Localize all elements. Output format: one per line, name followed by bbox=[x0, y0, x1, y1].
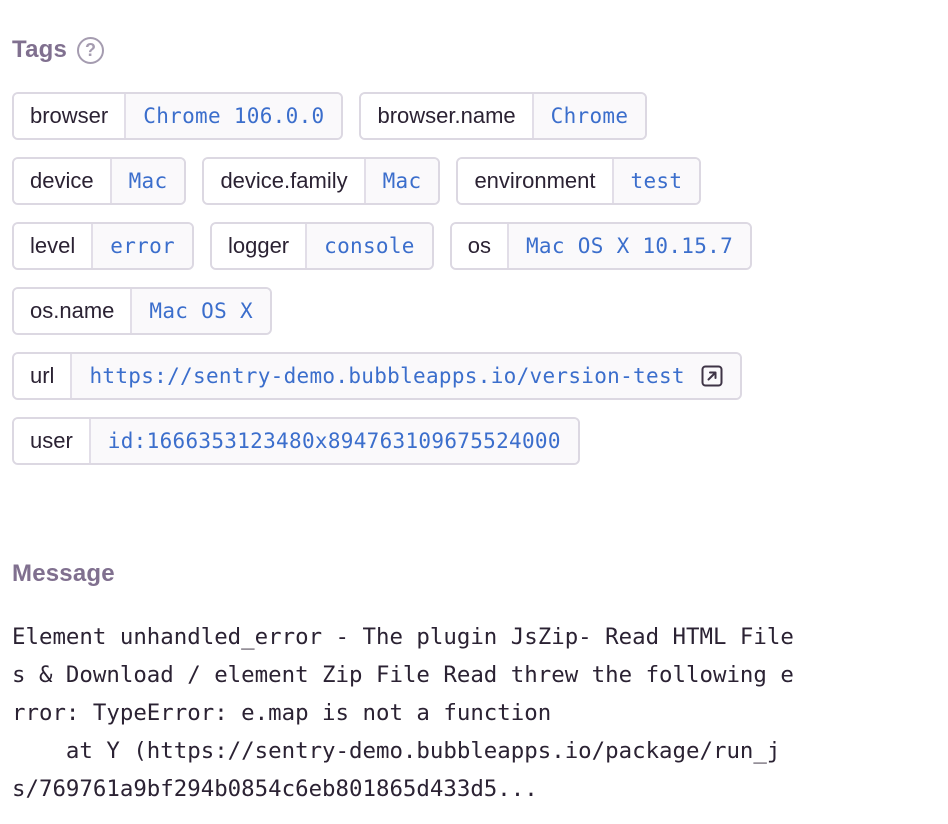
tags-title-label: Tags bbox=[12, 36, 68, 63]
tag-browser[interactable]: browser Chrome 106.0.0 bbox=[12, 92, 344, 140]
external-link-icon[interactable] bbox=[701, 365, 723, 387]
tags-list: browser Chrome 106.0.0 browser.name Chrome d… bbox=[12, 92, 932, 482]
tag-key[interactable]: url bbox=[14, 354, 73, 398]
tag-value[interactable]: Mac bbox=[111, 159, 185, 203]
tag-key[interactable]: os bbox=[451, 224, 509, 268]
message-line: Element unhandled_error - The plugin JsZ… bbox=[12, 624, 794, 650]
tag-os-name[interactable]: os.name Mac OS X bbox=[12, 287, 272, 335]
tag-value[interactable]: Mac bbox=[365, 159, 439, 203]
tag-value[interactable]: test bbox=[613, 159, 700, 203]
tag-os[interactable]: os Mac OS X 10.15.7 bbox=[449, 222, 753, 270]
tag-key[interactable]: browser bbox=[14, 94, 127, 138]
tag-value[interactable]: Mac OS X 10.15.7 bbox=[508, 224, 751, 268]
tag-row: user id:1666353123480x894763109675524000 bbox=[12, 417, 932, 465]
tag-row: browser Chrome 106.0.0 browser.name Chrome bbox=[12, 92, 932, 140]
tag-browser-name[interactable]: browser.name Chrome bbox=[359, 92, 648, 140]
tag-key[interactable]: browser.name bbox=[361, 94, 534, 138]
tag-value-text[interactable]: Mac bbox=[383, 169, 422, 193]
tag-value[interactable]: Chrome bbox=[533, 94, 646, 138]
tag-value-text[interactable]: Chrome 106.0.0 bbox=[143, 104, 324, 128]
tag-key[interactable]: environment bbox=[458, 159, 614, 203]
tag-value-text[interactable]: console bbox=[324, 234, 415, 258]
tag-value[interactable]: id:1666353123480x894763109675524000 bbox=[90, 419, 578, 463]
message-line: s/769761a9bf294b0854c6eb801865d433d5... bbox=[12, 776, 538, 802]
message-title-label: Message bbox=[12, 560, 115, 587]
message-line: s & Download / element Zip File Read thr… bbox=[12, 662, 794, 688]
tag-key[interactable]: device.family bbox=[204, 159, 366, 203]
message-line: rror: TypeError: e.map is not a function bbox=[12, 700, 552, 726]
tag-user[interactable]: user id:1666353123480x894763109675524000 bbox=[12, 417, 580, 465]
tag-value-text[interactable]: Chrome bbox=[551, 104, 629, 128]
tag-value-text[interactable]: id:1666353123480x894763109675524000 bbox=[108, 429, 561, 453]
tag-environment[interactable]: environment test bbox=[456, 157, 702, 205]
tag-logger[interactable]: logger console bbox=[209, 222, 434, 270]
tag-key[interactable]: logger bbox=[211, 224, 308, 268]
tag-key[interactable]: level bbox=[14, 224, 94, 268]
tag-value[interactable]: error bbox=[93, 224, 192, 268]
tag-value[interactable]: Chrome 106.0.0 bbox=[126, 94, 342, 138]
tag-device[interactable]: device Mac bbox=[12, 157, 187, 205]
tag-value[interactable]: console bbox=[307, 224, 432, 268]
tag-value-text[interactable]: error bbox=[110, 234, 175, 258]
help-icon[interactable]: ? bbox=[77, 36, 105, 64]
tag-url[interactable]: url https://sentry-demo.bubbleapps.io/ver… bbox=[12, 352, 742, 400]
tag-key[interactable]: user bbox=[14, 419, 91, 463]
tag-value-text[interactable]: Mac OS X bbox=[149, 299, 253, 323]
tag-value-text[interactable]: https://sentry-demo.bubbleapps.io/versio… bbox=[89, 364, 684, 388]
tag-value-text[interactable]: Mac bbox=[129, 169, 168, 193]
tag-row: device Mac device.family Mac environment test bbox=[12, 157, 932, 205]
message-body: Element unhandled_error - The plugin JsZ… bbox=[12, 618, 932, 808]
tag-value-text[interactable]: test bbox=[631, 169, 683, 193]
tag-value[interactable]: https://sentry-demo.bubbleapps.io/versio… bbox=[72, 354, 740, 398]
tag-device-family[interactable]: device.family Mac bbox=[202, 157, 441, 205]
message-line: at Y (https://sentry-demo.bubbleapps.io/… bbox=[12, 738, 781, 764]
message-section-title: Message bbox=[12, 560, 115, 588]
tag-row: level error logger console os Mac OS X 10.15.… bbox=[12, 222, 932, 270]
tag-key[interactable]: os.name bbox=[14, 289, 133, 333]
tag-value-text[interactable]: Mac OS X 10.15.7 bbox=[526, 234, 733, 258]
tags-section-title: Tags ? bbox=[12, 36, 105, 64]
tag-level[interactable]: level error bbox=[12, 222, 194, 270]
tag-row: os.name Mac OS X bbox=[12, 287, 932, 335]
tag-value[interactable]: Mac OS X bbox=[132, 289, 270, 333]
tag-key[interactable]: device bbox=[14, 159, 112, 203]
tag-row: url https://sentry-demo.bubbleapps.io/ver… bbox=[12, 352, 932, 400]
